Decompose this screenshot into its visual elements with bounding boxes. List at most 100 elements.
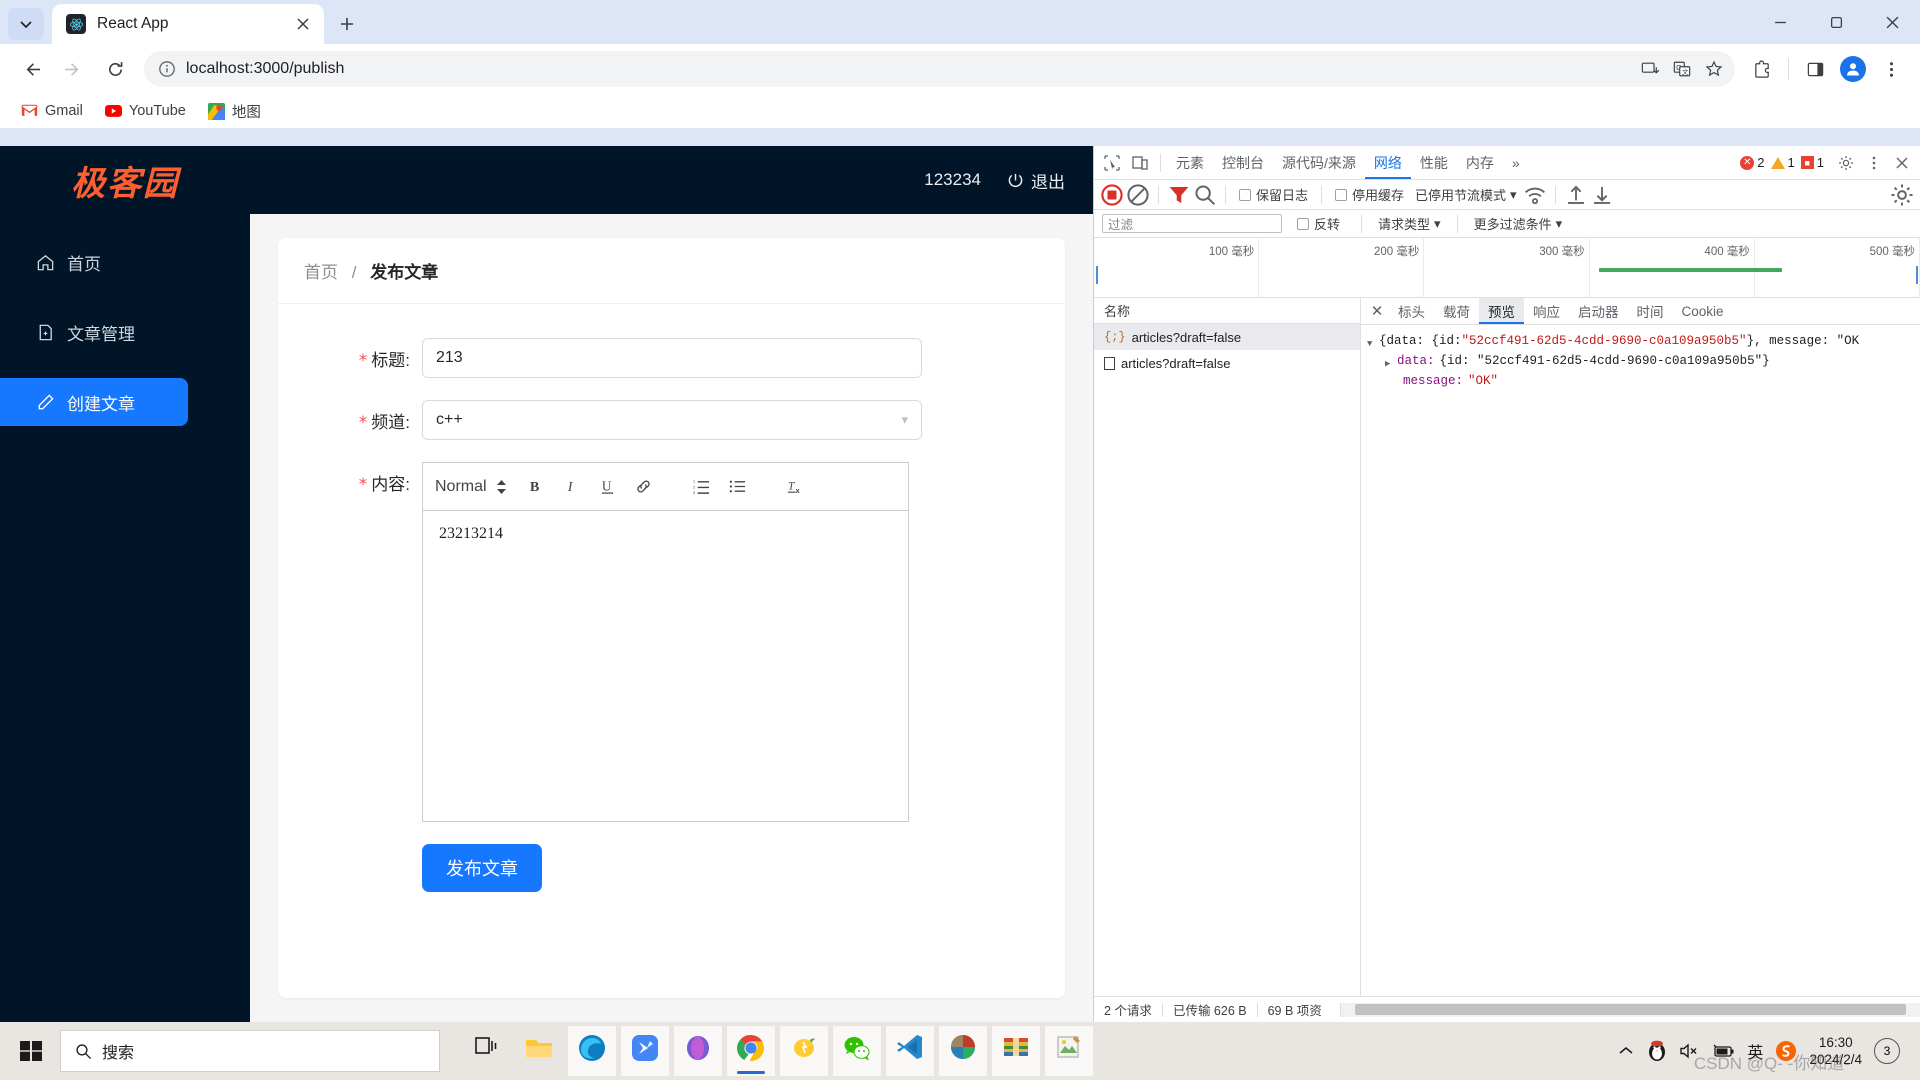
bookmark-youtube[interactable]: YouTube bbox=[96, 98, 195, 124]
ime-language-button[interactable]: 英 bbox=[1747, 1039, 1763, 1063]
devtools-close-button[interactable] bbox=[1888, 150, 1916, 176]
export-har-button[interactable] bbox=[1590, 183, 1614, 207]
task-view-button[interactable] bbox=[462, 1026, 510, 1076]
record-button[interactable] bbox=[1100, 183, 1124, 207]
install-app-button[interactable] bbox=[1635, 54, 1665, 84]
taskbar-app-lemon[interactable] bbox=[780, 1026, 828, 1076]
italic-button[interactable]: I bbox=[558, 473, 586, 501]
more-filters-dropdown[interactable]: 更多过滤条件 ▾ bbox=[1474, 214, 1563, 233]
underline-button[interactable]: U bbox=[594, 473, 622, 501]
device-toolbar-button[interactable] bbox=[1126, 150, 1154, 176]
detail-tab-cookies[interactable]: Cookie bbox=[1673, 298, 1733, 324]
search-button[interactable] bbox=[1193, 183, 1217, 207]
detail-tab-payload[interactable]: 载荷 bbox=[1434, 298, 1479, 324]
sogou-input-button[interactable] bbox=[1775, 1040, 1797, 1062]
error-counter[interactable]: ✕ 2 bbox=[1740, 155, 1765, 170]
import-har-button[interactable] bbox=[1564, 183, 1588, 207]
throttling-select[interactable]: 已停用节流模式 ▾ bbox=[1411, 185, 1521, 204]
network-timeline-overview[interactable]: 100 毫秒 200 毫秒 300 毫秒 400 毫秒 500 毫秒 bbox=[1094, 238, 1920, 298]
preview-line-data[interactable]: ▶ data: {id: "52ccf491-62d5-4cdd-9690-c0… bbox=[1367, 353, 1914, 373]
sidebar-item-create-article[interactable]: 创建文章 bbox=[0, 378, 188, 426]
side-panel-button[interactable] bbox=[1798, 52, 1832, 86]
taskbar-app-microsoft-365[interactable] bbox=[674, 1026, 722, 1076]
taskbar-app-vscode[interactable] bbox=[886, 1026, 934, 1076]
network-settings-button[interactable] bbox=[1890, 183, 1914, 207]
warning-counter[interactable]: 1 bbox=[1770, 155, 1795, 170]
devtools-tab-network[interactable]: 网络 bbox=[1365, 146, 1411, 179]
taskbar-app-image-editor[interactable] bbox=[1045, 1026, 1093, 1076]
notification-center-button[interactable]: 3 bbox=[1874, 1038, 1900, 1064]
table-row[interactable]: {;} articles?draft=false bbox=[1094, 324, 1360, 350]
close-window-button[interactable] bbox=[1864, 0, 1920, 44]
battery-button[interactable] bbox=[1711, 1043, 1735, 1059]
clear-format-button[interactable]: Tx bbox=[782, 473, 810, 501]
taskbar-clock[interactable]: 16:30 2024/2/4 bbox=[1809, 1034, 1862, 1068]
devtools-tab-elements[interactable]: 元素 bbox=[1167, 146, 1213, 179]
reload-button[interactable] bbox=[98, 52, 132, 86]
taskbar-app-bird[interactable] bbox=[621, 1026, 669, 1076]
request-type-dropdown[interactable]: 请求类型 ▾ bbox=[1378, 214, 1441, 233]
detail-tab-preview[interactable]: 预览 bbox=[1479, 298, 1524, 324]
detail-tab-headers[interactable]: 标头 bbox=[1389, 298, 1434, 324]
horizontal-scrollbar[interactable] bbox=[1339, 1002, 1920, 1017]
channel-select[interactable]: c++ ▾ bbox=[422, 400, 922, 440]
volume-button[interactable] bbox=[1679, 1042, 1699, 1060]
filter-button[interactable] bbox=[1167, 183, 1191, 207]
taskbar-app-winrar[interactable] bbox=[992, 1026, 1040, 1076]
preview-line-root[interactable]: ▼ {data: {id: "52ccf491-62d5-4cdd-9690-c… bbox=[1367, 333, 1914, 353]
extensions-button[interactable] bbox=[1745, 52, 1779, 86]
link-button[interactable] bbox=[630, 473, 658, 501]
inspect-element-button[interactable] bbox=[1098, 150, 1126, 176]
disable-cache-checkbox[interactable]: 停用缓存 bbox=[1330, 185, 1409, 204]
network-conditions-button[interactable] bbox=[1523, 183, 1547, 207]
search-input[interactable]: 搜索 bbox=[60, 1030, 440, 1072]
ordered-list-button[interactable]: 12 3 bbox=[688, 473, 716, 501]
sidebar-item-article-management[interactable]: 文章管理 bbox=[0, 308, 250, 356]
tab-search-button[interactable] bbox=[8, 8, 44, 40]
sidebar-item-home[interactable]: 首页 bbox=[0, 238, 250, 286]
preserve-log-checkbox[interactable]: 保留日志 bbox=[1234, 185, 1313, 204]
forward-button[interactable] bbox=[56, 52, 90, 86]
devtools-tab-performance[interactable]: 性能 bbox=[1411, 146, 1457, 179]
expand-arrow-down-icon[interactable]: ▼ bbox=[1367, 333, 1379, 353]
profile-avatar[interactable] bbox=[1840, 56, 1866, 82]
detail-tab-timing[interactable]: 时间 bbox=[1628, 298, 1673, 324]
taskbar-app-wechat[interactable] bbox=[833, 1026, 881, 1076]
translate-button[interactable]: G文 bbox=[1667, 54, 1697, 84]
back-button[interactable] bbox=[14, 52, 48, 86]
devtools-tab-more[interactable]: » bbox=[1503, 146, 1529, 179]
start-button[interactable] bbox=[8, 1028, 54, 1074]
format-select[interactable]: Normal bbox=[435, 478, 514, 496]
taskbar-app-chrome[interactable] bbox=[727, 1026, 775, 1076]
publish-button[interactable]: 发布文章 bbox=[422, 844, 542, 892]
bold-button[interactable]: B bbox=[522, 473, 550, 501]
bookmark-maps[interactable]: 地图 bbox=[199, 98, 270, 124]
address-bar[interactable]: localhost:3000/publish G文 bbox=[144, 51, 1735, 87]
devtools-settings-button[interactable] bbox=[1832, 150, 1860, 176]
editor-content[interactable]: 23213214 bbox=[423, 511, 908, 821]
minimize-button[interactable] bbox=[1752, 0, 1808, 44]
logout-button[interactable]: 退出 bbox=[1007, 168, 1065, 193]
maximize-button[interactable] bbox=[1808, 0, 1864, 44]
new-tab-button[interactable] bbox=[330, 7, 364, 41]
detail-tab-initiator[interactable]: 启动器 bbox=[1569, 298, 1628, 324]
expand-arrow-right-icon[interactable]: ▶ bbox=[1385, 353, 1397, 373]
detail-tab-response[interactable]: 响应 bbox=[1524, 298, 1569, 324]
qq-tray-icon[interactable] bbox=[1647, 1040, 1667, 1062]
devtools-tab-console[interactable]: 控制台 bbox=[1213, 146, 1273, 179]
bookmark-star-button[interactable] bbox=[1699, 54, 1729, 84]
tab-close-button[interactable] bbox=[292, 13, 314, 35]
devtools-tab-memory[interactable]: 内存 bbox=[1457, 146, 1503, 179]
devtools-tab-sources[interactable]: 源代码/来源 bbox=[1273, 146, 1365, 179]
detail-close-button[interactable]: ✕ bbox=[1365, 299, 1389, 323]
invert-filter-checkbox[interactable]: 反转 bbox=[1292, 214, 1345, 233]
breadcrumb-home[interactable]: 首页 bbox=[304, 263, 338, 282]
filter-input[interactable]: 过滤 bbox=[1102, 214, 1282, 233]
issue-counter[interactable]: ■ 1 bbox=[1800, 155, 1824, 170]
taskbar-app-file-explorer[interactable] bbox=[515, 1026, 563, 1076]
devtools-menu-button[interactable] bbox=[1860, 150, 1888, 176]
taskbar-app-edge[interactable] bbox=[568, 1026, 616, 1076]
bullet-list-button[interactable] bbox=[724, 473, 752, 501]
chrome-menu-button[interactable] bbox=[1874, 52, 1908, 86]
title-input[interactable]: 213 bbox=[422, 338, 922, 378]
